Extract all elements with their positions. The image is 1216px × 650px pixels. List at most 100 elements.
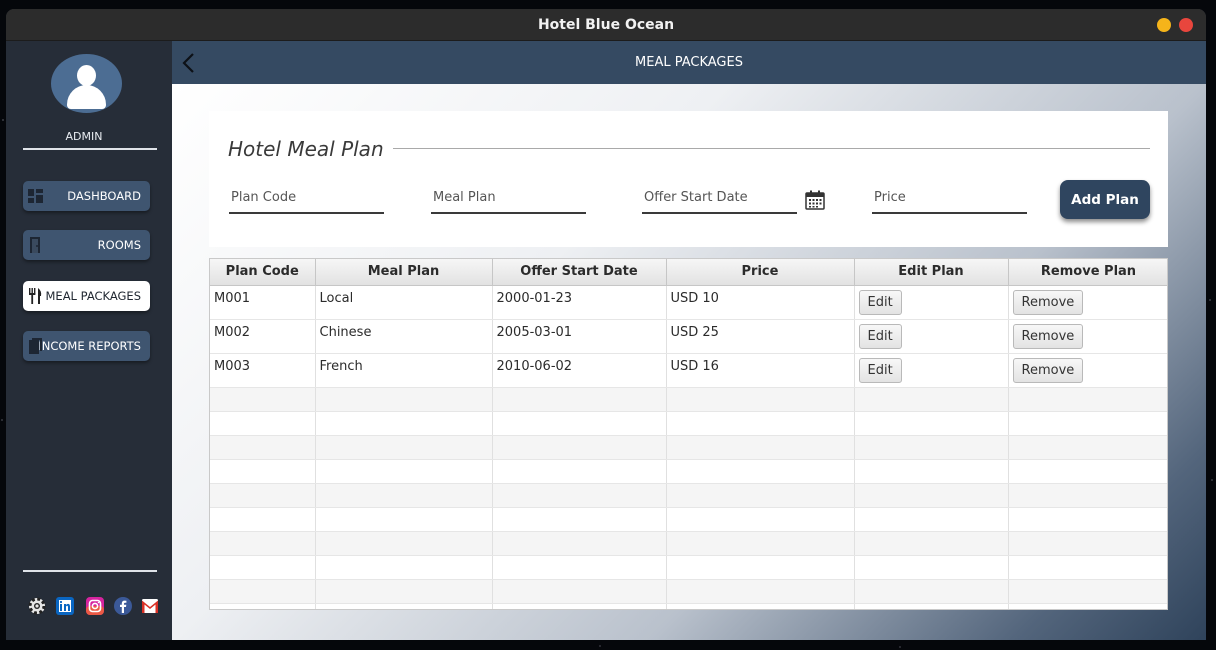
empty-cell <box>492 603 667 609</box>
empty-cell <box>315 387 493 412</box>
empty-table-row <box>210 483 1167 508</box>
gmail-icon[interactable] <box>140 596 160 616</box>
column-header-meal-plan[interactable]: Meal Plan <box>315 259 493 286</box>
empty-cell <box>1008 603 1167 609</box>
offer-start-date-cell: 2005-03-01 <box>492 319 667 354</box>
empty-cell <box>210 483 316 508</box>
remove-button[interactable]: Remove <box>1012 357 1084 383</box>
empty-cell <box>854 531 1009 556</box>
empty-cell <box>492 483 667 508</box>
empty-cell <box>854 411 1009 436</box>
plan-code-cell: M002 <box>210 319 316 354</box>
meal-plan-field[interactable] <box>431 183 586 214</box>
dashboard-icon <box>28 189 43 203</box>
empty-table-row <box>210 411 1167 436</box>
offer-start-date-cell: 2000-01-23 <box>492 285 667 320</box>
window-title: Hotel Blue Ocean <box>537 16 675 33</box>
title-bar: Hotel Blue Ocean <box>6 9 1206 41</box>
meal-plan-cell: French <box>315 353 493 388</box>
settings-icon[interactable] <box>27 596 47 616</box>
avatar[interactable] <box>51 54 122 113</box>
meal-plan-input[interactable] <box>431 183 586 212</box>
empty-cell <box>666 459 855 484</box>
form-title: Hotel Meal Plan <box>228 137 384 161</box>
calendar-icon[interactable] <box>805 190 825 210</box>
sidebar-item-rooms[interactable]: ROOMS <box>23 230 150 260</box>
empty-table-row <box>210 531 1167 556</box>
empty-cell <box>492 435 667 460</box>
empty-table-row <box>210 507 1167 532</box>
empty-cell <box>210 579 316 604</box>
table-row[interactable]: M003 French 2010-06-02 USD 16 Edit Remov… <box>210 353 1167 388</box>
plan-code-input[interactable] <box>229 183 384 212</box>
facebook-icon[interactable] <box>113 596 133 616</box>
empty-cell <box>666 387 855 412</box>
sidebar-item-income-reports[interactable]: INCOME REPORTS <box>23 331 150 361</box>
empty-cell <box>492 411 667 436</box>
edit-cell: Edit <box>854 285 1009 320</box>
minimize-button[interactable] <box>1157 18 1171 32</box>
empty-cell <box>854 435 1009 460</box>
table-row[interactable]: M001 Local 2000-01-23 USD 10 Edit Remove <box>210 285 1167 320</box>
empty-cell <box>210 507 316 532</box>
document-icon <box>29 338 42 354</box>
empty-table-row <box>210 555 1167 580</box>
empty-table-row <box>210 459 1167 484</box>
remove-button[interactable]: Remove <box>1012 323 1084 349</box>
meal-plan-cell: Chinese <box>315 319 493 354</box>
empty-cell <box>315 579 493 604</box>
door-icon <box>30 237 40 253</box>
remove-cell: Remove <box>1008 285 1167 320</box>
sidebar-item-label: DASHBOARD <box>67 189 141 203</box>
edit-cell: Edit <box>854 353 1009 388</box>
empty-cell <box>1008 555 1167 580</box>
empty-cell <box>1008 579 1167 604</box>
edit-button[interactable]: Edit <box>858 357 902 383</box>
empty-cell <box>210 531 316 556</box>
column-header-edit-plan[interactable]: Edit Plan <box>854 259 1009 286</box>
sidebar-item-meal-packages[interactable]: MEAL PACKAGES <box>23 281 150 311</box>
empty-cell <box>854 507 1009 532</box>
column-header-plan-code[interactable]: Plan Code <box>210 259 316 286</box>
chevron-left-icon[interactable] <box>180 51 198 75</box>
empty-cell <box>1008 387 1167 412</box>
linkedin-icon[interactable] <box>55 596 75 616</box>
edit-button[interactable]: Edit <box>858 323 902 349</box>
empty-cell <box>210 555 316 580</box>
plan-code-field[interactable] <box>229 183 384 214</box>
offer-start-date-input[interactable] <box>642 183 797 212</box>
sidebar-item-label: ROOMS <box>97 238 141 252</box>
instagram-icon[interactable] <box>85 596 105 616</box>
main-area: MEAL PACKAGES Hotel Meal Plan Plan Code … <box>172 41 1206 640</box>
empty-cell <box>210 435 316 460</box>
empty-cell <box>1008 435 1167 460</box>
empty-cell <box>492 555 667 580</box>
close-button[interactable] <box>1179 18 1193 32</box>
price-input[interactable] <box>872 183 1027 212</box>
column-header-offer-start-date[interactable]: Offer Start Date <box>492 259 667 286</box>
price-field[interactable] <box>872 183 1027 214</box>
plan-code-cell: M001 <box>210 285 316 320</box>
app-window: Hotel Blue Ocean ADMIN DASHBOARD ROOMS M… <box>6 9 1206 640</box>
meal-plan-table: Plan Code Meal Plan Offer Start Date Pri… <box>209 258 1168 610</box>
empty-cell <box>1008 531 1167 556</box>
edit-button[interactable]: Edit <box>858 289 902 315</box>
column-header-remove-plan[interactable]: Remove Plan <box>1008 259 1167 286</box>
empty-cell <box>315 459 493 484</box>
empty-cell <box>854 459 1009 484</box>
fork-knife-icon <box>29 288 42 304</box>
table-row[interactable]: M002 Chinese 2005-03-01 USD 25 Edit Remo… <box>210 319 1167 354</box>
column-header-price[interactable]: Price <box>666 259 855 286</box>
empty-rows <box>210 387 1167 609</box>
empty-cell <box>666 531 855 556</box>
sidebar-item-label: MEAL PACKAGES <box>45 289 142 303</box>
empty-cell <box>666 411 855 436</box>
remove-cell: Remove <box>1008 353 1167 388</box>
remove-button[interactable]: Remove <box>1012 289 1084 315</box>
sidebar-item-dashboard[interactable]: DASHBOARD <box>23 181 150 211</box>
add-plan-button[interactable]: Add Plan <box>1060 180 1150 219</box>
empty-cell <box>1008 507 1167 532</box>
offer-start-date-field[interactable] <box>642 183 797 214</box>
empty-cell <box>492 579 667 604</box>
empty-cell <box>854 555 1009 580</box>
